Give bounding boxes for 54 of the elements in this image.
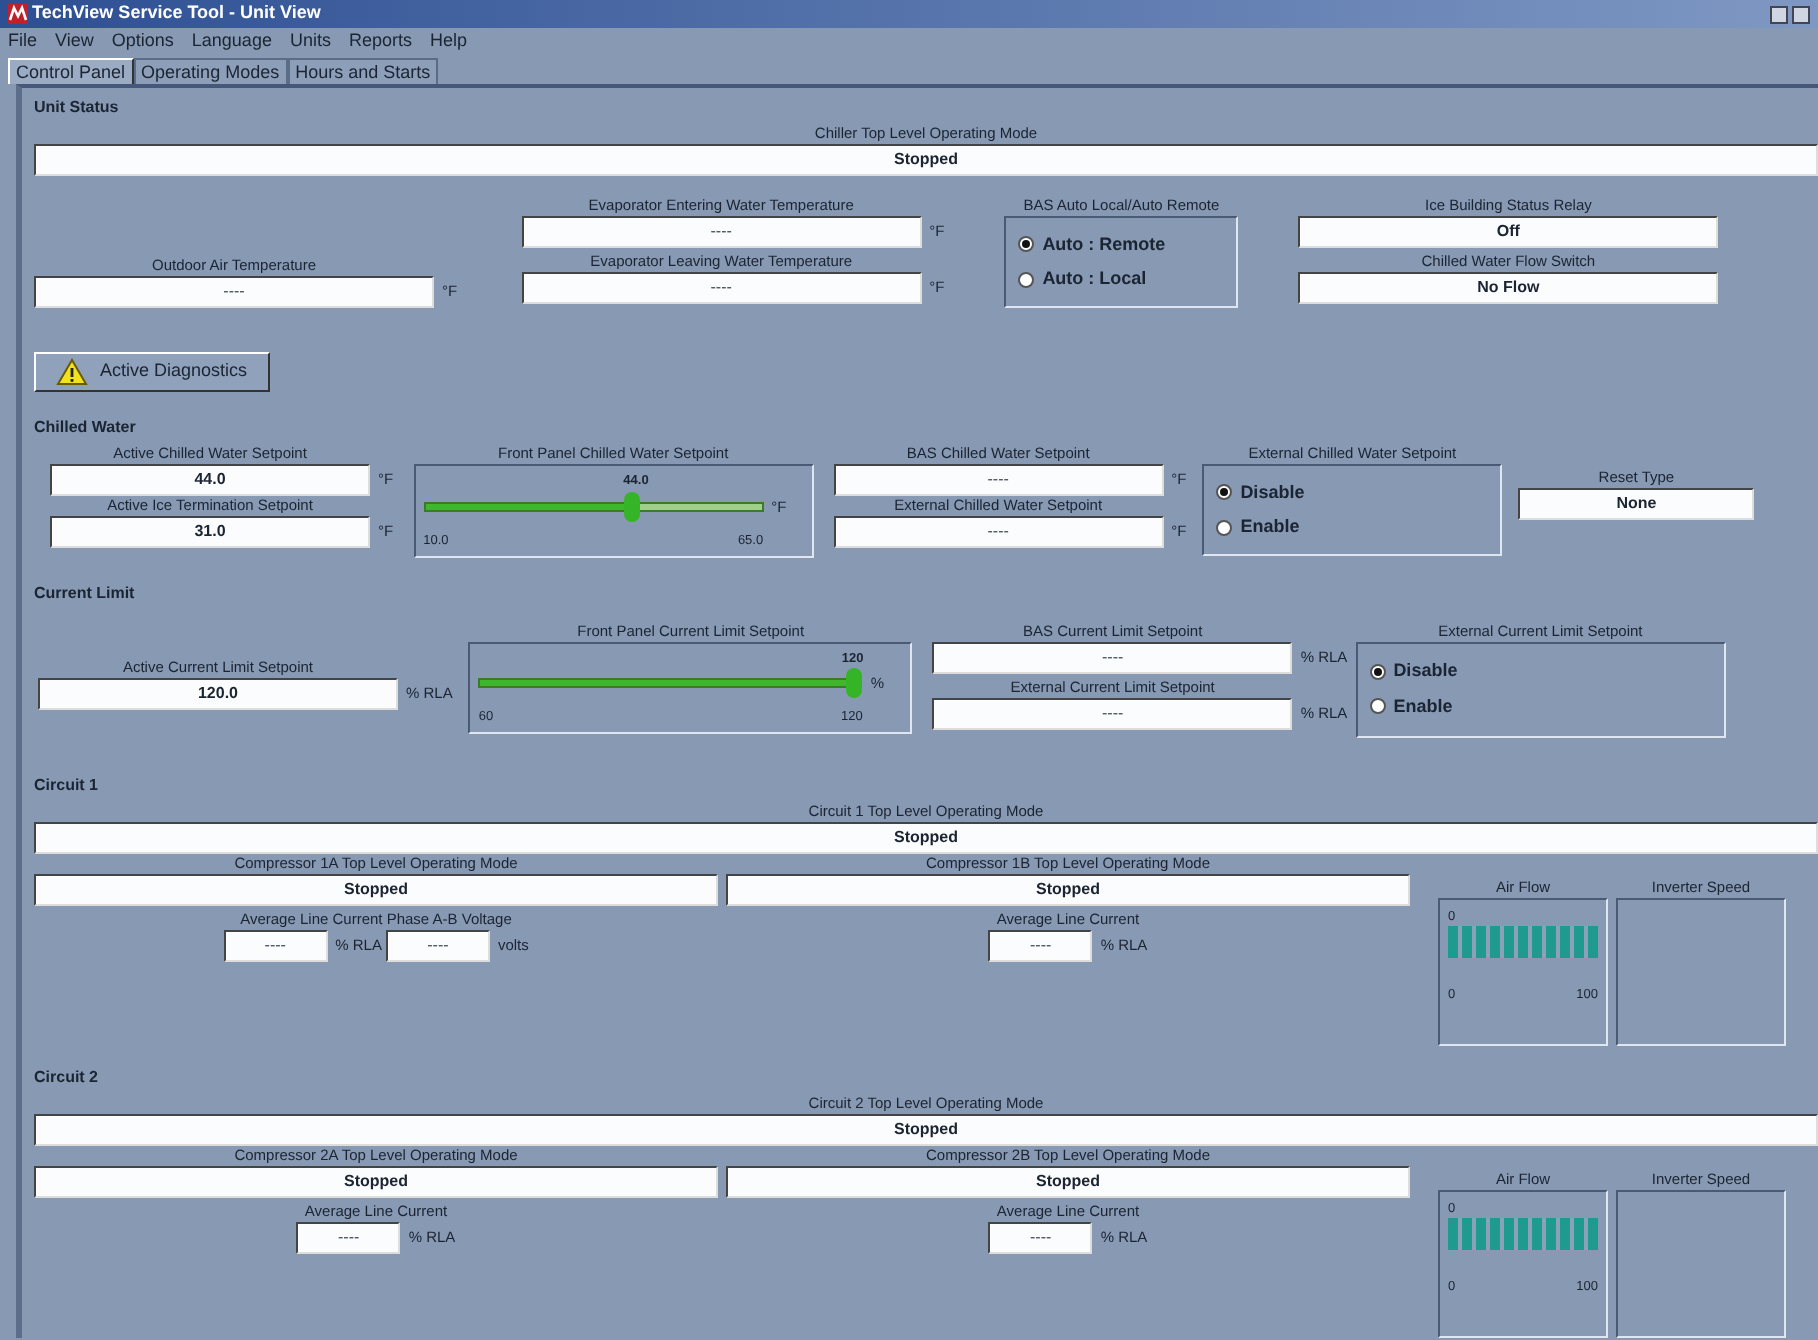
radio-option[interactable]: Disable	[1216, 479, 1501, 506]
value-field: ----	[833, 464, 1164, 496]
value-field: 120.0	[38, 677, 398, 709]
radio-option[interactable]: Enable	[1216, 514, 1501, 541]
value-field: ----	[521, 272, 922, 304]
value-field: ----	[385, 929, 490, 961]
value-field: 31.0	[50, 516, 370, 548]
radio-option[interactable]: Auto : Local	[1018, 266, 1237, 293]
value-field: ----	[833, 516, 1164, 548]
value-field: ----	[932, 641, 1293, 673]
tab[interactable]: Hours and Starts	[287, 58, 439, 84]
menu-item[interactable]: View	[55, 28, 94, 56]
value-field: Stopped	[34, 873, 718, 905]
value-field: No Flow	[1298, 272, 1719, 304]
radio-option[interactable]: Disable	[1369, 658, 1724, 685]
menu-item[interactable]: Options	[111, 28, 174, 56]
value-field: ----	[223, 929, 328, 961]
slider-handle[interactable]	[846, 668, 863, 699]
value-field: None	[1518, 488, 1755, 520]
menu-item[interactable]: Units	[289, 28, 331, 56]
value-field: Stopped	[34, 144, 1818, 176]
section-heading: Circuit 1	[34, 773, 101, 797]
value-field: Stopped	[34, 1113, 1818, 1145]
value-field: Stopped	[34, 821, 1818, 853]
value-field: 44.0	[50, 464, 370, 496]
warning-icon	[56, 358, 88, 386]
radio-option[interactable]: Auto : Remote	[1018, 231, 1237, 258]
value-field: Off	[1298, 216, 1719, 248]
diagnostics-button[interactable]: Active Diagnostics	[34, 352, 270, 392]
minimize-button[interactable]	[1770, 5, 1788, 23]
value-field: ----	[932, 697, 1293, 729]
menu-item[interactable]: Reports	[348, 28, 412, 56]
menu-item[interactable]: Help	[429, 28, 467, 56]
value-field: Stopped	[726, 873, 1410, 905]
value-field: Stopped	[34, 1165, 718, 1197]
section-heading: Chilled Water	[34, 416, 138, 440]
menu-item[interactable]: File	[8, 28, 38, 56]
section-heading: Current Limit	[34, 581, 137, 605]
value-field: ----	[296, 1221, 401, 1253]
value-field: ----	[988, 929, 1093, 961]
value-field: Stopped	[726, 1165, 1410, 1197]
radio-option[interactable]: Enable	[1369, 693, 1724, 720]
section-heading: Unit Status	[34, 96, 121, 120]
tab[interactable]: Operating Modes	[133, 58, 288, 84]
section-heading: Circuit 2	[34, 1065, 101, 1089]
menu-item[interactable]: Language	[191, 28, 272, 56]
maximize-button[interactable]	[1792, 5, 1810, 23]
value-field: ----	[521, 216, 922, 248]
tab[interactable]: Control Panel	[8, 58, 134, 84]
slider-handle[interactable]	[624, 491, 641, 522]
value-field: ----	[988, 1221, 1093, 1253]
value-field: ----	[34, 276, 434, 308]
app-icon	[8, 4, 28, 24]
window-title: TechView Service Tool - Unit View	[32, 0, 321, 27]
